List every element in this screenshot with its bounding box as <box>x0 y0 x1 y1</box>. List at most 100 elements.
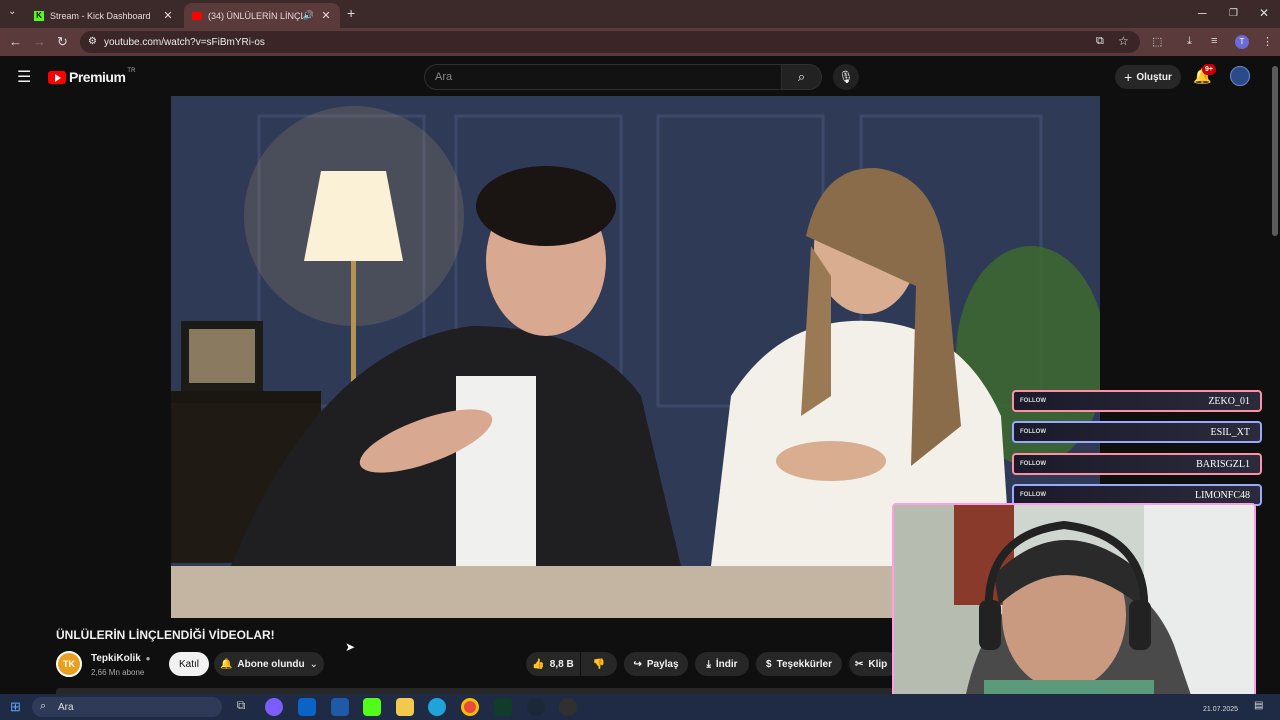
notifications-button[interactable]: 🔔 9+ <box>1193 64 1216 85</box>
kick-studio-icon[interactable] <box>494 698 512 716</box>
kick-app-icon[interactable] <box>363 698 381 716</box>
share-icon: ↪ <box>633 658 642 670</box>
follower-name: BARISGZL1 <box>1196 458 1250 470</box>
edge-icon[interactable] <box>428 698 446 716</box>
follow-alert: FOLLOW BARISGZL1 <box>1012 453 1262 475</box>
tab-label: Stream - Kick Dashboard <box>50 10 151 21</box>
follow-label: FOLLOW <box>1020 398 1046 404</box>
close-window-icon[interactable]: ✕ <box>1259 6 1269 20</box>
scissors-icon: ✂ <box>855 658 864 670</box>
page-scrollbar[interactable] <box>1270 56 1280 694</box>
tab-kick-dashboard[interactable]: K Stream - Kick Dashboard ✕ <box>26 3 182 28</box>
microphone-icon: 🎙 <box>838 70 854 84</box>
steam-icon[interactable] <box>527 698 545 716</box>
join-button[interactable]: Katıl <box>169 652 209 676</box>
subscribed-label: Abone olundu <box>237 658 305 670</box>
notification-center-icon[interactable]: ▤ <box>1254 700 1263 711</box>
share-label: Paylaş <box>646 658 679 670</box>
follower-name: LIMONFC48 <box>1194 489 1250 501</box>
microsoft-store-icon[interactable] <box>331 698 349 716</box>
reload-icon[interactable]: ↻ <box>57 34 68 50</box>
logo-text: Premium <box>69 69 126 85</box>
account-avatar[interactable] <box>1230 66 1250 86</box>
join-label: Katıl <box>178 658 199 670</box>
outlook-icon[interactable] <box>298 698 316 716</box>
hamburger-menu-icon[interactable]: ☰ <box>17 67 31 87</box>
close-icon[interactable]: ✕ <box>162 9 174 22</box>
search-placeholder: Ara <box>435 71 453 83</box>
windows-taskbar: ⊞ ⌕ Ara ⧉ 21.07.2025 ▤ <box>0 694 1280 720</box>
chrome-icon[interactable] <box>461 698 479 716</box>
kick-icon: K <box>34 10 44 21</box>
search-input[interactable]: Ara <box>424 64 782 90</box>
channel-name-text: TepkiKolik <box>91 653 141 664</box>
extensions-icon[interactable]: ⬚ <box>1152 35 1162 48</box>
webcam-frame <box>894 505 1254 704</box>
create-label: Oluştur <box>1136 71 1172 83</box>
youtube-header: ☰ Premium TR Ara ⌕ 🎙 + Oluştur 🔔 9+ <box>0 56 1270 96</box>
new-tab-button[interactable]: + <box>347 5 355 21</box>
dislike-button[interactable]: 👎 <box>581 652 617 676</box>
browser-toolbar: ← → ↻ ⚙ youtube.com/watch?v=sFiBmYRi-os … <box>0 28 1280 56</box>
restore-icon[interactable]: ❐ <box>1229 8 1238 19</box>
address-bar[interactable]: ⚙ youtube.com/watch?v=sFiBmYRi-os ⧉ ☆ <box>80 31 1140 53</box>
chevron-down-icon: ⌄ <box>309 658 319 670</box>
channel-name[interactable]: TepkiKolik ● <box>91 653 150 664</box>
country-badge: TR <box>127 68 136 74</box>
follow-alert: FOLLOW ZEKO_01 <box>1012 390 1262 412</box>
voice-search-button[interactable]: 🎙 <box>833 64 859 90</box>
tab-search-chevron-icon[interactable]: ⌄ <box>8 6 16 17</box>
bookmark-star-icon[interactable]: ☆ <box>1118 34 1129 48</box>
task-view-icon[interactable]: ⧉ <box>232 698 250 716</box>
thanks-dollar-icon: $ <box>766 658 772 670</box>
taskbar-search-input[interactable]: ⌕ Ara <box>32 697 222 717</box>
bell-icon: 🔔 <box>219 658 233 670</box>
copilot-icon[interactable] <box>265 698 283 716</box>
speaker-icon[interactable]: 🔊 <box>303 10 314 21</box>
clip-label: Klip <box>868 658 888 670</box>
profile-avatar[interactable]: T <box>1235 35 1249 49</box>
browser-tab-strip: ⌄ K Stream - Kick Dashboard ✕ (34) ÜNLÜL… <box>0 0 1280 28</box>
taskbar-date: 21.07.2025 <box>1203 706 1239 713</box>
video-title: ÜNLÜLERİN LİNÇLENDİĞİ VİDEOLAR! <box>56 628 275 642</box>
search-icon: ⌕ <box>40 700 47 712</box>
tab-youtube-video[interactable]: (34) ÜNLÜLERİN LİNÇLEND 🔊 ✕ <box>184 3 340 28</box>
youtube-premium-logo[interactable]: Premium TR <box>48 68 136 85</box>
thumbs-up-icon: 👍 <box>532 658 545 670</box>
scrollbar-thumb[interactable] <box>1272 66 1278 236</box>
search-button[interactable]: ⌕ <box>782 64 822 90</box>
download-icon: ⤓ <box>706 658 711 670</box>
obs-icon[interactable] <box>559 698 577 716</box>
channel-avatar[interactable]: TK <box>56 651 82 677</box>
media-control-icon[interactable]: ≡ <box>1211 35 1217 47</box>
file-explorer-icon[interactable] <box>396 698 414 716</box>
taskbar-search-placeholder: Ara <box>58 701 74 713</box>
back-icon[interactable]: ← <box>9 34 22 49</box>
thanks-button[interactable]: $ Teşekkürler <box>756 652 842 676</box>
like-button[interactable]: 👍 8,8 B <box>526 652 580 676</box>
like-count: 8,8 B <box>549 658 574 670</box>
close-icon[interactable]: ✕ <box>320 9 332 22</box>
webcam-overlay <box>892 503 1256 706</box>
follow-label: FOLLOW <box>1020 492 1046 498</box>
download-icon[interactable]: ⤓ <box>1187 35 1192 48</box>
windows-start-icon[interactable]: ⊞ <box>10 699 21 715</box>
subscribed-button[interactable]: 🔔 Abone olundu ⌄ <box>214 652 324 676</box>
verified-icon: ● <box>145 654 151 663</box>
youtube-logo-icon <box>48 70 66 84</box>
thanks-label: Teşekkürler <box>776 658 832 670</box>
create-button[interactable]: + Oluştur <box>1115 65 1181 89</box>
follower-name: ZEKO_01 <box>1208 395 1250 407</box>
site-info-icon[interactable]: ⚙ <box>88 36 97 47</box>
search-icon: ⌕ <box>797 69 806 84</box>
minimize-icon[interactable]: ─ <box>1198 6 1207 20</box>
forward-icon[interactable]: → <box>33 34 46 49</box>
mouse-cursor-icon: ➤ <box>345 640 356 654</box>
url-text: youtube.com/watch?v=sFiBmYRi-os <box>104 36 265 48</box>
notification-count-badge: 9+ <box>1202 64 1216 75</box>
browser-menu-icon[interactable]: ⋮ <box>1262 35 1273 48</box>
install-app-icon[interactable]: ⧉ <box>1096 35 1104 48</box>
youtube-icon <box>192 11 202 20</box>
download-button[interactable]: ⤓ İndir <box>695 652 749 676</box>
share-button[interactable]: ↪ Paylaş <box>624 652 688 676</box>
